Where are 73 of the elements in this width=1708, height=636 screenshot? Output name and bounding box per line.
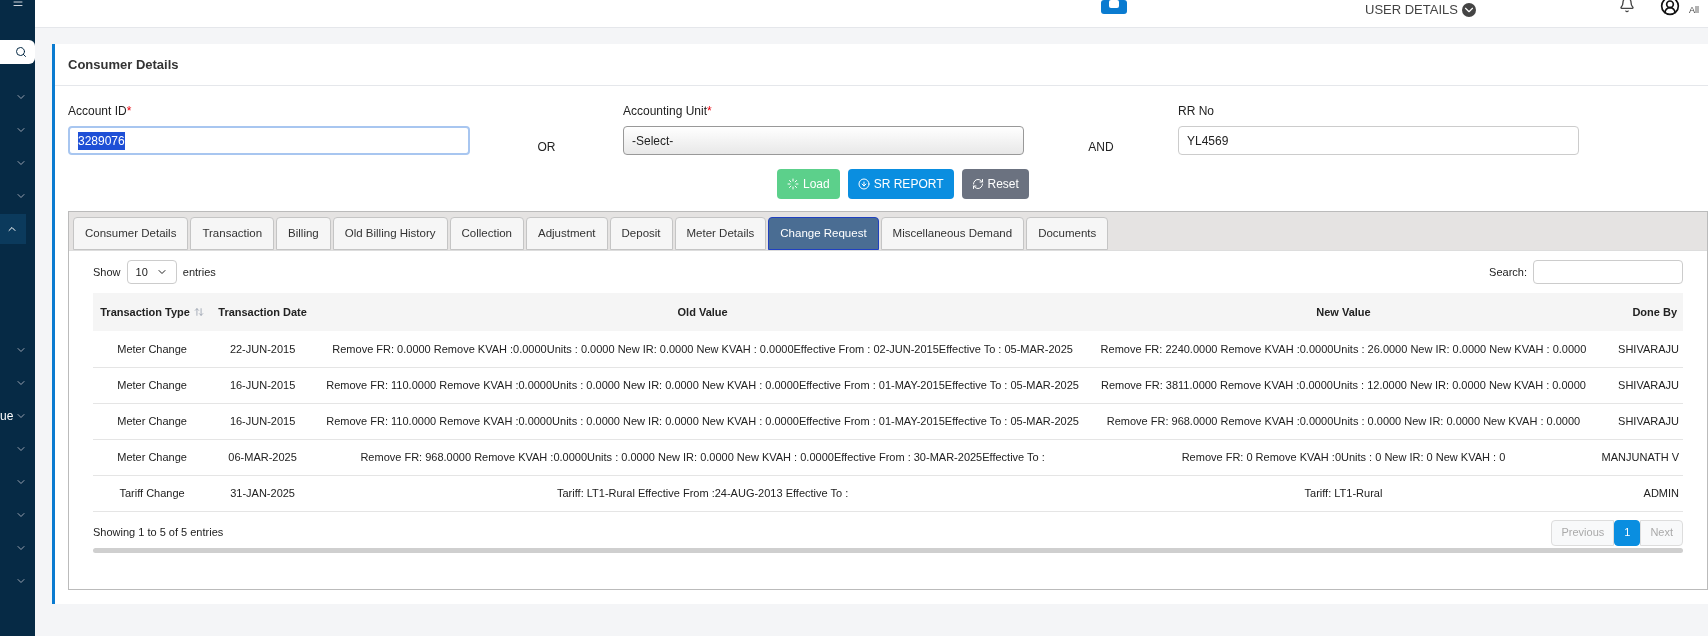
field-label: Accounting Unit* xyxy=(623,103,712,120)
tab[interactable]: Documents xyxy=(1026,217,1109,250)
tab[interactable]: Meter Details xyxy=(674,217,767,250)
table-cell: Remove FR: 3811.0000 Remove KVAH :0.0000Units : 12.0000 New IR: 0.0000 New KVAH : 0.0000 xyxy=(1091,367,1596,403)
table-cell: 06-MAR-2025 xyxy=(211,439,314,475)
table-cell: Meter Change xyxy=(93,367,212,403)
table-cell: Remove FR: 110.0000 Remove KVAH :0.0000Units : 0.0000 New IR: 0.0000 New KVAH : 0.0000Effective From : 01-MAY-2015Effective To : 05-MAR-2025 xyxy=(314,367,1092,403)
tab[interactable]: Change Request xyxy=(768,217,879,250)
table-cell: Tariff: LT1-Rural xyxy=(1091,475,1596,511)
spinner-icon xyxy=(787,178,799,190)
tab[interactable]: Deposit xyxy=(609,217,673,250)
table-cell: Tariff Change xyxy=(93,475,212,511)
tab[interactable]: Transaction xyxy=(190,217,275,250)
sidebar-label: ue xyxy=(0,408,14,425)
tab[interactable]: Billing xyxy=(276,217,331,250)
table-cell: 16-JUN-2015 xyxy=(211,367,314,403)
field-label: RR No xyxy=(1178,103,1214,120)
search-icon xyxy=(15,46,27,58)
sort-icon xyxy=(193,307,204,317)
table-cell: SHIVARAJU xyxy=(1595,367,1683,403)
rr-no-input[interactable]: YL4569 xyxy=(1178,126,1579,155)
role-label: All xyxy=(1689,4,1699,17)
bell-icon[interactable] xyxy=(1619,0,1635,13)
table-cell: MANJUNATH V xyxy=(1595,439,1683,475)
refresh-icon xyxy=(971,178,984,190)
table-cell: Meter Change xyxy=(93,331,212,367)
table-cell: ADMIN xyxy=(1595,475,1683,511)
accounting-unit-select[interactable]: -Select- xyxy=(623,126,1024,155)
and-label: AND xyxy=(1087,139,1115,156)
search-field[interactable] xyxy=(1533,260,1683,284)
entries-info: Showing 1 to 5 of 5 entries xyxy=(93,525,224,541)
field-label: Account ID* xyxy=(68,103,132,120)
report-button[interactable]: SR REPORT xyxy=(847,169,954,199)
table-cell: 16-JUN-2015 xyxy=(211,403,314,439)
user-details-menu[interactable]: USER DETAILS xyxy=(1365,0,1458,20)
column-header[interactable]: Transaction Date xyxy=(211,293,314,331)
entries-label: entries xyxy=(182,264,216,280)
sidebar-item[interactable]: ue xyxy=(0,401,35,431)
tab[interactable]: Adjustment xyxy=(526,217,608,250)
table-cell: Remove FR: 968.0000 Remove KVAH :0.0000Units : 0.0000 New IR: 0.0000 New KVAH : 0.0000 xyxy=(1091,403,1596,439)
table-cell: Meter Change xyxy=(93,403,212,439)
account-id-input[interactable]: 3289076 xyxy=(68,126,470,155)
page-page-button[interactable]: 1 xyxy=(1614,519,1641,546)
table-cell: Remove FR: 110.0000 Remove KVAH :0.0000Units : 0.0000 New IR: 0.0000 New KVAH : 0.0000Effective From : 01-MAY-2015Effective To : 05-MAR-2025 xyxy=(314,403,1092,439)
column-header[interactable]: New Value xyxy=(1091,293,1596,331)
show-label: Show xyxy=(93,264,121,280)
tab[interactable]: Consumer Details xyxy=(73,217,189,250)
tab[interactable]: Collection xyxy=(449,217,524,250)
table-cell: Tariff: LT1-Rural Effective From :24-AUG-2013 Effective To : xyxy=(314,475,1092,511)
search-button[interactable] xyxy=(0,40,35,64)
download-icon xyxy=(857,178,870,190)
table-cell: Remove FR: 0 Remove KVAH :0Units : 0 New IR: 0 New KVAH : 0 xyxy=(1091,439,1596,475)
card-title: Consumer Details xyxy=(68,55,179,74)
table-cell: SHIVARAJU xyxy=(1595,331,1683,367)
column-header[interactable]: Old Value xyxy=(314,293,1092,331)
reset-button[interactable]: Reset xyxy=(961,169,1029,199)
column-header[interactable]: Done By xyxy=(1595,293,1683,331)
table-cell: Remove FR: 968.0000 Remove KVAH :0.0000Units : 0.0000 New IR: 0.0000 New KVAH : 0.0000Effective From : 30-MAR-2025Effective To : xyxy=(314,439,1092,475)
table-cell: Remove FR: 0.0000 Remove KVAH :0.0000Units : 0.0000 New IR: 0.0000 New KVAH : 0.0000Effective From : 02-JUN-2015Effective To : 05-MAR-2025 xyxy=(314,331,1092,367)
table-cell: 22-JUN-2015 xyxy=(211,331,314,367)
or-label: OR xyxy=(536,139,557,156)
tab[interactable]: Miscellaneous Demand xyxy=(880,217,1025,250)
table-cell: Meter Change xyxy=(93,439,212,475)
column-header[interactable]: Transaction Type xyxy=(93,293,212,331)
search-label: Search: xyxy=(1489,264,1527,280)
table-cell: SHIVARAJU xyxy=(1595,403,1683,439)
table-cell: 31-JAN-2025 xyxy=(211,475,314,511)
table-cell: Remove FR: 2240.0000 Remove KVAH :0.0000Units : 26.0000 New IR: 0.0000 New KVAH : 0.0000 xyxy=(1091,331,1596,367)
tab[interactable]: Old Billing History xyxy=(332,217,448,250)
sidebar-item[interactable] xyxy=(0,214,26,244)
user-avatar-icon[interactable] xyxy=(1660,0,1680,16)
page-size-select[interactable]: 10 xyxy=(126,260,177,284)
menu-icon[interactable] xyxy=(10,0,25,8)
